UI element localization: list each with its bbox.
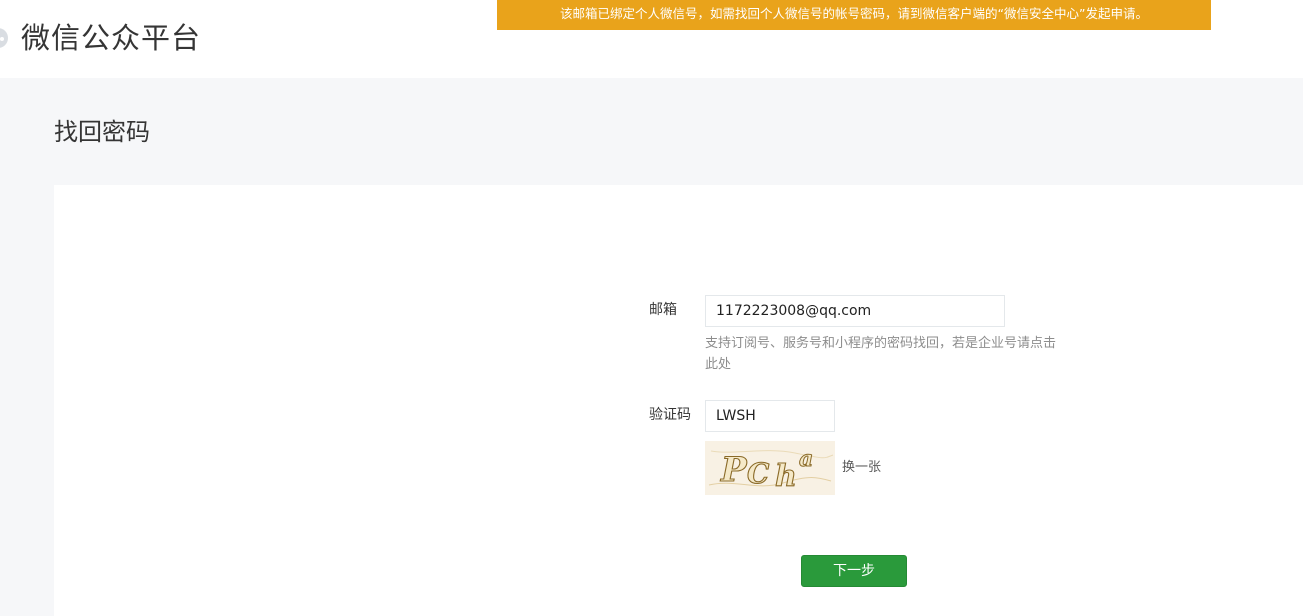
captcha-glyph-h: h (775, 459, 797, 494)
captcha-label: 验证码 (649, 407, 691, 423)
page-title: 找回密码 (54, 118, 150, 146)
refresh-captcha-link[interactable]: 换一张 (842, 458, 881, 478)
wechat-bubble-icon (0, 28, 8, 48)
captcha-image: P C h a (705, 441, 835, 495)
next-step-button[interactable]: 下一步 (801, 555, 907, 587)
password-reset-tip: 支持订阅号、服务号和小程序的密码找回，若是企业号请点击此处 (705, 333, 1065, 375)
captcha-glyph-p: P (720, 450, 748, 490)
form-panel (54, 185, 1303, 616)
tip-text: 支持订阅号、服务号和小程序的密码找回，若是企业号请 (705, 336, 1031, 351)
captcha-image-art: P C h a (705, 441, 835, 495)
captcha-input[interactable] (705, 400, 835, 432)
email-label: 邮箱 (649, 302, 677, 318)
platform-logo-text[interactable]: 微信公众平台 (21, 18, 201, 58)
email-bound-notice: 该邮箱已绑定个人微信号，如需找回个人微信号的帐号密码，请到微信客户端的“微信安全… (497, 0, 1211, 30)
captcha-glyph-c: C (747, 457, 770, 490)
email-input[interactable] (705, 295, 1005, 327)
captcha-glyph-a: a (799, 446, 813, 472)
